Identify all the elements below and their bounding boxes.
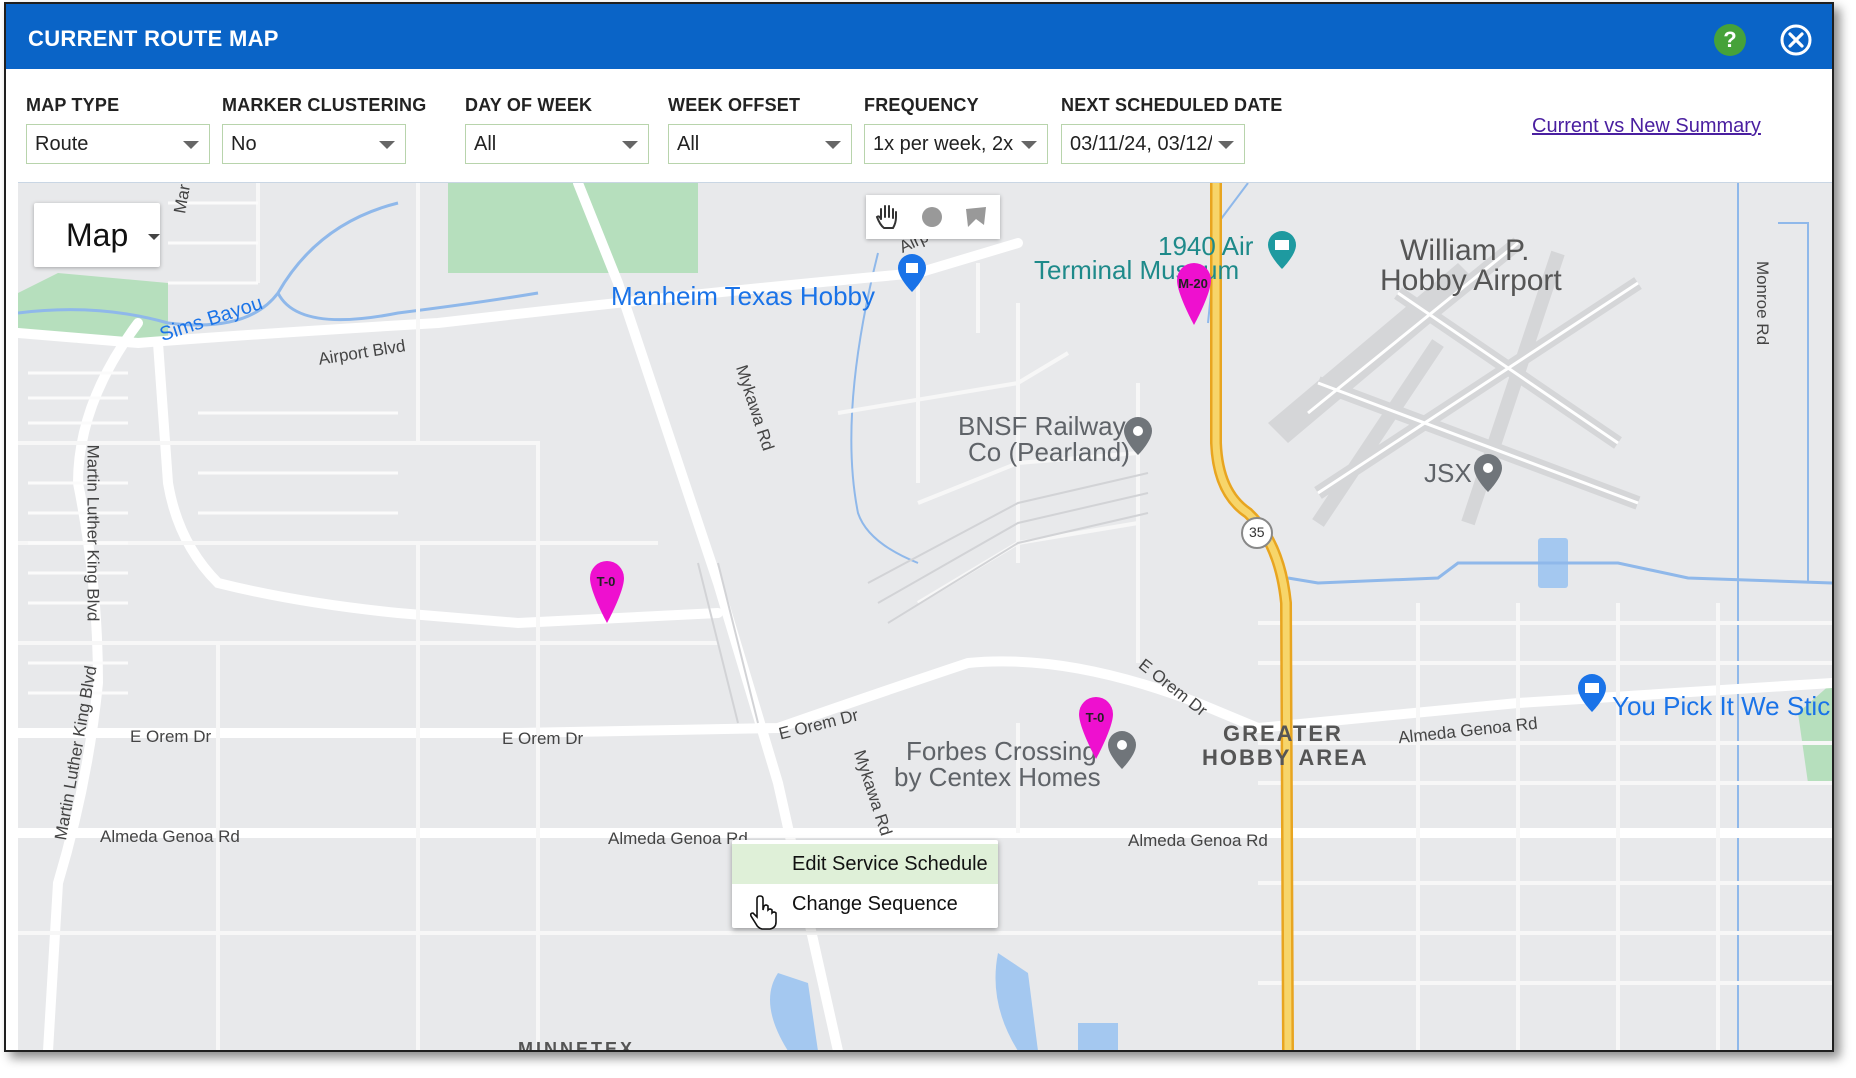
route-map-window: CURRENT ROUTE MAP ? MAP TYPE Route MARKE…: [4, 2, 1834, 1052]
select-value: No: [231, 133, 257, 155]
highway-shield-label: 35: [1249, 524, 1265, 540]
filter-frequency: FREQUENCY 1x per week, 2x p: [864, 95, 1048, 164]
street-label: Almeda Genoa Rd: [1128, 831, 1268, 850]
area-label: HOBBY AREA: [1202, 745, 1369, 770]
marker-clustering-select[interactable]: No: [222, 124, 406, 164]
filter-map-type: MAP TYPE Route: [26, 95, 210, 164]
polygon-icon: [966, 207, 986, 227]
select-value: 1x per week, 2x p: [873, 133, 1015, 155]
street-label: Almeda Genoa Rd: [608, 829, 748, 848]
area-label: MINNETEX: [518, 1039, 636, 1051]
pan-tool-button[interactable]: [866, 195, 910, 239]
frequency-select[interactable]: 1x per week, 2x p: [864, 124, 1048, 164]
filter-label: MAP TYPE: [26, 95, 120, 115]
week-offset-select[interactable]: All: [668, 124, 852, 164]
poi-label: You Pick It We Stic: [1612, 691, 1831, 721]
poi-label: by Centex Homes: [894, 762, 1101, 792]
filter-label: MARKER CLUSTERING: [222, 95, 427, 115]
select-value: All: [474, 133, 497, 155]
area-label: William P.: [1400, 234, 1530, 267]
chevron-down-icon: [1218, 141, 1234, 149]
drawing-toolbar: [866, 195, 1000, 239]
map-pin-icon: [1177, 263, 1211, 325]
marker-label: T-0: [1085, 710, 1105, 725]
area-label: Hobby Airport: [1380, 264, 1562, 297]
filter-day-of-week: DAY OF WEEK All: [465, 95, 649, 164]
chevron-down-icon: [825, 141, 841, 149]
window-title: CURRENT ROUTE MAP: [28, 26, 279, 51]
filter-bar: MAP TYPE Route MARKER CLUSTERING No DAY …: [6, 69, 1832, 181]
area-label: GREATER: [1223, 721, 1343, 746]
menu-item-edit-service-schedule[interactable]: Edit Service Schedule: [732, 844, 998, 884]
filter-label: FREQUENCY: [864, 95, 979, 115]
hand-cursor-icon: [749, 895, 777, 930]
poi-label: JSX: [1424, 458, 1472, 488]
close-icon: [1780, 24, 1812, 56]
street-label: E Orem Dr: [130, 727, 212, 746]
chevron-down-icon: [622, 141, 638, 149]
route-marker[interactable]: M-20: [1176, 263, 1216, 327]
street-label: Monroe Rd: [1753, 260, 1773, 346]
street-label: E Orem Dr: [502, 729, 584, 748]
poi-label: Forbes Crossing: [906, 736, 1097, 766]
map-pin-icon: [1079, 697, 1113, 759]
map-pin-icon: [590, 561, 624, 623]
current-vs-new-summary-link[interactable]: Current vs New Summary: [1532, 115, 1761, 138]
circle-icon: [922, 207, 942, 227]
filter-next-scheduled-date: NEXT SCHEDULED DATE 03/11/24, 03/12/24: [1061, 95, 1282, 164]
chevron-down-icon: [148, 234, 160, 240]
route-marker[interactable]: T-0: [589, 561, 629, 625]
chevron-down-icon: [379, 141, 395, 149]
poi-label: BNSF Railway: [958, 411, 1126, 441]
filter-label: WEEK OFFSET: [668, 95, 801, 115]
filter-label: DAY OF WEEK: [465, 95, 593, 115]
map-type-label: Map: [66, 217, 129, 253]
help-icon: ?: [1723, 27, 1737, 52]
circle-tool-button[interactable]: [910, 195, 954, 239]
poi-pins: [898, 231, 1606, 769]
map-type-control[interactable]: Map: [34, 203, 160, 267]
next-scheduled-date-select[interactable]: 03/11/24, 03/12/24: [1061, 124, 1245, 164]
marker-label: M-20: [1178, 276, 1208, 291]
menu-item-label: Change Sequence: [792, 893, 958, 915]
polygon-tool-button[interactable]: [954, 195, 998, 239]
help-button[interactable]: ?: [1714, 24, 1746, 56]
poi-label: Manheim Texas Hobby: [611, 281, 875, 311]
select-value: 03/11/24, 03/12/24: [1070, 133, 1212, 155]
title-bar: CURRENT ROUTE MAP ?: [6, 4, 1832, 69]
route-marker[interactable]: T-0: [1078, 697, 1118, 761]
map-canvas[interactable]: Manheim Texas Hobby 1940 Air Terminal Mu…: [18, 182, 1832, 1051]
street-label: Martin Luther King Blvd: [83, 444, 103, 622]
close-button[interactable]: [1780, 24, 1812, 56]
select-value: All: [677, 133, 700, 155]
day-of-week-select[interactable]: All: [465, 124, 649, 164]
filter-week-offset: WEEK OFFSET All: [668, 95, 852, 164]
filter-label: NEXT SCHEDULED DATE: [1061, 95, 1283, 115]
chevron-down-icon: [183, 141, 199, 149]
poi-label: Co (Pearland): [968, 437, 1130, 467]
street-label: Almeda Genoa Rd: [100, 827, 240, 846]
menu-item-label: Edit Service Schedule: [792, 853, 988, 875]
filter-marker-clustering: MARKER CLUSTERING No: [222, 95, 426, 164]
map-type-select[interactable]: Route: [26, 124, 210, 164]
chevron-down-icon: [1021, 141, 1037, 149]
hand-icon: [875, 205, 897, 229]
marker-label: T-0: [596, 574, 616, 589]
select-value: Route: [35, 133, 89, 155]
